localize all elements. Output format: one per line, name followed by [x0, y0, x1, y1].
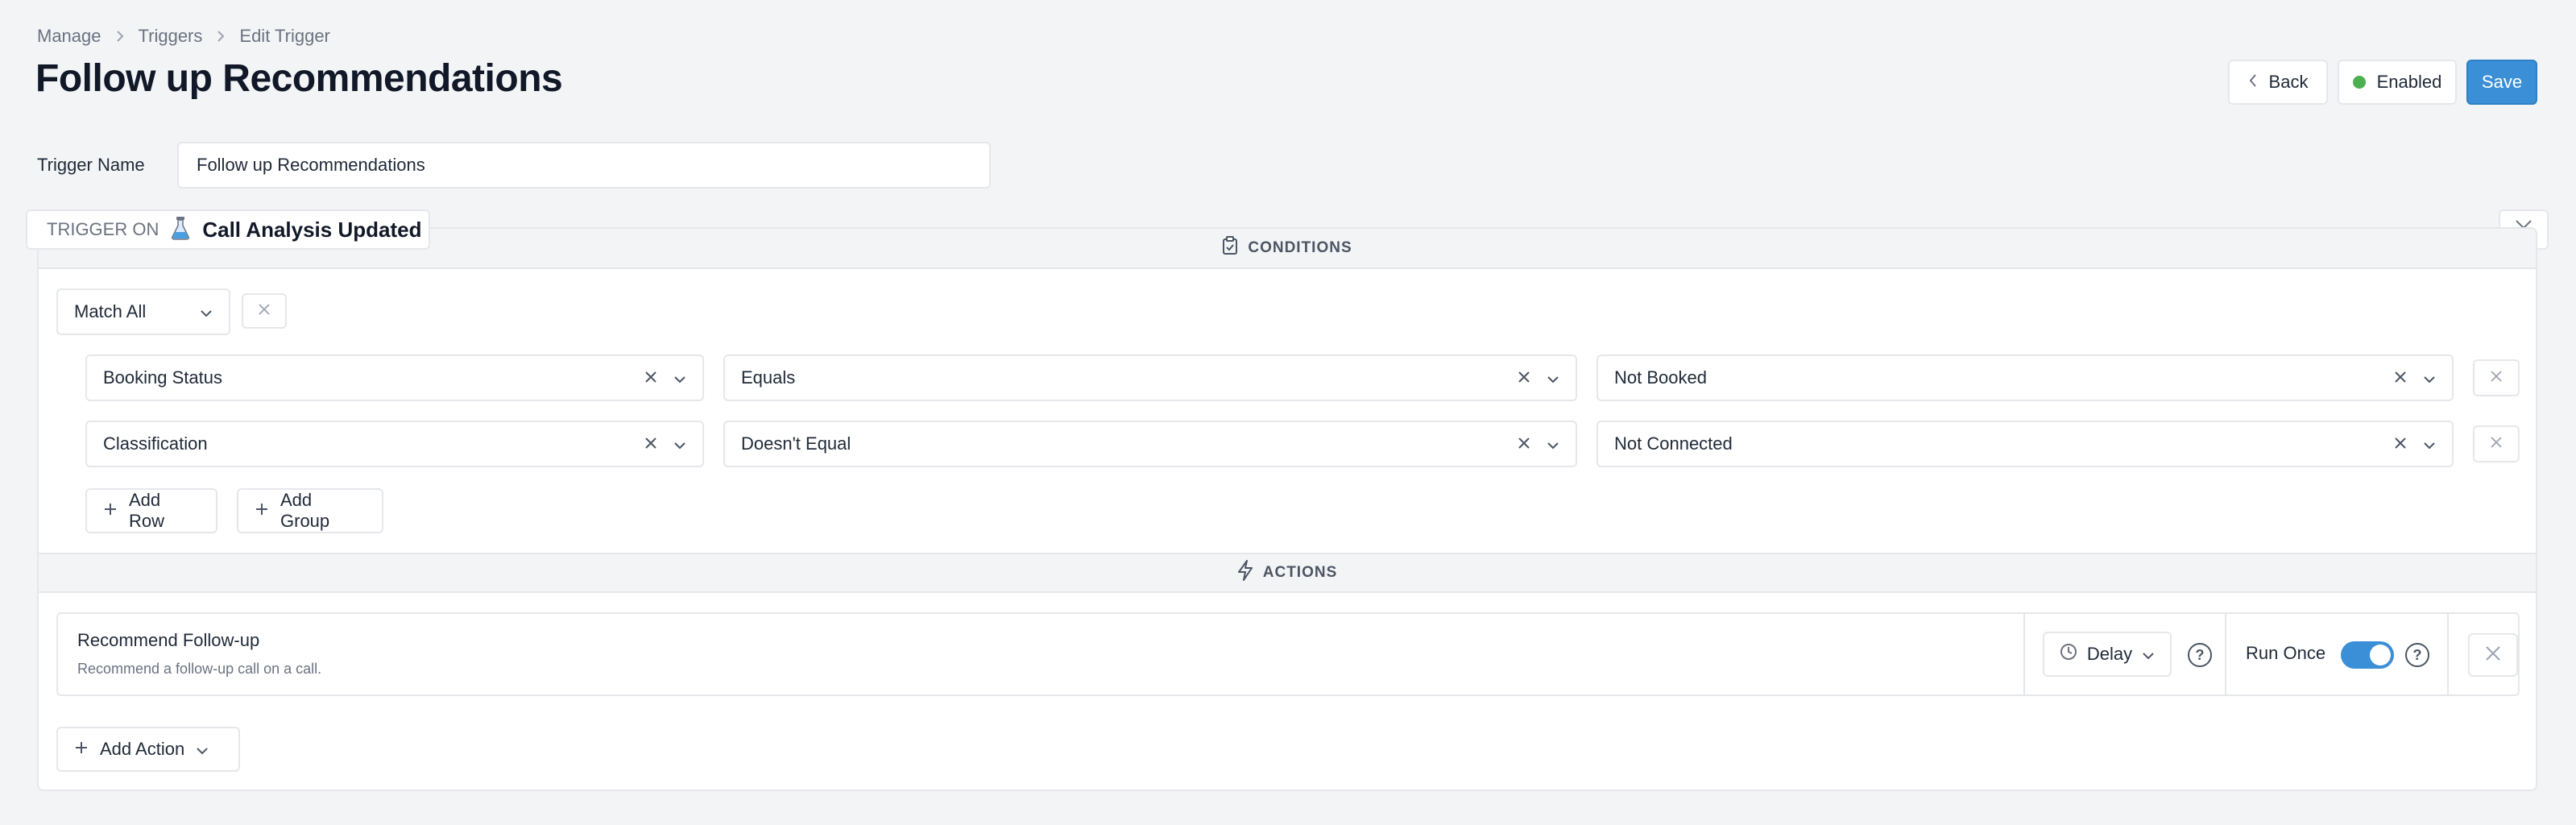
- save-label: Save: [2481, 72, 2523, 92]
- breadcrumb-manage[interactable]: Manage: [37, 26, 101, 47]
- clear-icon[interactable]: [1518, 367, 1530, 388]
- divider: [2447, 614, 2449, 694]
- chevron-down-icon: [1547, 433, 1559, 454]
- divider: [2225, 614, 2226, 694]
- match-mode-select[interactable]: Match All: [56, 288, 230, 335]
- close-icon: [2490, 370, 2503, 387]
- add-row-label: Add Row: [129, 490, 165, 531]
- condition-value-value: Not Connected: [1614, 433, 1733, 454]
- trigger-on-value: Call Analysis Updated: [202, 217, 422, 242]
- add-row-button[interactable]: Add Row: [85, 488, 217, 533]
- match-mode-value: Match All: [74, 301, 147, 321]
- clipboard-check-icon: [1222, 236, 1238, 260]
- trigger-name-label: Trigger Name: [37, 155, 145, 175]
- chevron-down-icon: [2423, 433, 2436, 454]
- clear-icon[interactable]: [2394, 433, 2407, 454]
- toggle-knob: [2370, 645, 2391, 665]
- conditions-label: CONDITIONS: [1248, 239, 1352, 256]
- chevron-down-icon: [673, 433, 686, 454]
- action-description: Recommend a follow-up call on a call.: [77, 661, 322, 677]
- delay-select[interactable]: Delay: [2043, 632, 2172, 677]
- enabled-label: Enabled: [2376, 72, 2442, 92]
- action-title: Recommend Follow-up: [77, 630, 260, 650]
- add-action-button[interactable]: Add Action: [56, 727, 240, 772]
- action-row: Recommend Follow-up Recommend a follow-u…: [56, 612, 2520, 696]
- condition-value-select[interactable]: Not Connected: [1597, 421, 2454, 467]
- chevron-down-icon: [673, 367, 686, 388]
- clear-icon[interactable]: [2394, 367, 2407, 388]
- divider: [2023, 614, 2025, 694]
- chevron-right-icon: [213, 29, 228, 44]
- run-once-toggle[interactable]: [2341, 641, 2394, 669]
- close-icon: [2485, 645, 2501, 665]
- back-button[interactable]: Back: [2228, 60, 2328, 105]
- delay-label: Delay: [2086, 644, 2133, 664]
- plus-icon: [103, 500, 118, 521]
- run-once-label: Run Once: [2246, 643, 2326, 663]
- close-icon: [2490, 436, 2503, 453]
- trigger-on-panel: TRIGGER ON Call Analysis Updated: [26, 209, 430, 250]
- plus-icon: [255, 500, 269, 521]
- clear-icon[interactable]: [644, 433, 657, 454]
- remove-group-button[interactable]: [242, 293, 287, 329]
- remove-action-button[interactable]: [2468, 633, 2518, 677]
- condition-value-value: Not Booked: [1614, 367, 1707, 388]
- condition-operator-value: Equals: [741, 367, 796, 388]
- chevron-left-icon: [2248, 72, 2258, 93]
- trigger-on-label: TRIGGER ON: [47, 219, 159, 239]
- actions-header: ACTIONS: [39, 553, 2536, 593]
- condition-field-select[interactable]: Booking Status: [85, 354, 704, 401]
- condition-field-value: Booking Status: [103, 367, 222, 388]
- condition-operator-value: Doesn't Equal: [741, 433, 851, 454]
- clear-icon[interactable]: [644, 367, 657, 388]
- add-action-label: Add Action: [100, 739, 185, 759]
- status-dot-icon: [2352, 76, 2366, 89]
- page-title: Follow up Recommendations: [35, 57, 563, 100]
- lightning-icon: [1237, 560, 1253, 586]
- back-label: Back: [2268, 72, 2309, 92]
- delay-help-icon[interactable]: ?: [2188, 643, 2212, 667]
- enabled-toggle-button[interactable]: Enabled: [2338, 60, 2457, 105]
- condition-value-select[interactable]: Not Booked: [1597, 354, 2454, 401]
- run-once-help-icon[interactable]: ?: [2405, 643, 2429, 667]
- actions-label: ACTIONS: [1262, 564, 1338, 581]
- add-group-button[interactable]: Add Group: [237, 488, 383, 533]
- condition-field-select[interactable]: Classification: [85, 421, 704, 467]
- condition-operator-select[interactable]: Doesn't Equal: [723, 421, 1577, 467]
- breadcrumb-triggers[interactable]: Triggers: [139, 26, 203, 47]
- breadcrumb-edit-trigger: Edit Trigger: [239, 26, 330, 46]
- clock-icon: [2060, 643, 2077, 665]
- plus-icon: [74, 739, 89, 760]
- close-icon: [258, 303, 271, 320]
- save-button[interactable]: Save: [2466, 60, 2537, 105]
- condition-field-value: Classification: [103, 433, 208, 454]
- chevron-down-icon: [2142, 644, 2155, 665]
- clear-icon[interactable]: [1518, 433, 1530, 454]
- flask-icon: [170, 216, 191, 244]
- condition-operator-select[interactable]: Equals: [723, 354, 1577, 401]
- trigger-card: CONDITIONS Match All Booking Status Equa…: [37, 227, 2537, 791]
- trigger-name-input[interactable]: [177, 142, 991, 189]
- chevron-down-icon: [2423, 367, 2436, 388]
- breadcrumb: Manage Triggers Edit Trigger: [37, 26, 330, 47]
- chevron-down-icon: [1547, 367, 1559, 388]
- chevron-down-icon: [200, 301, 213, 322]
- chevron-down-icon: [196, 739, 209, 760]
- chevron-right-icon: [113, 29, 127, 44]
- remove-condition-button[interactable]: [2473, 425, 2520, 462]
- add-group-label: Add Group: [280, 490, 330, 531]
- remove-condition-button[interactable]: [2473, 359, 2520, 396]
